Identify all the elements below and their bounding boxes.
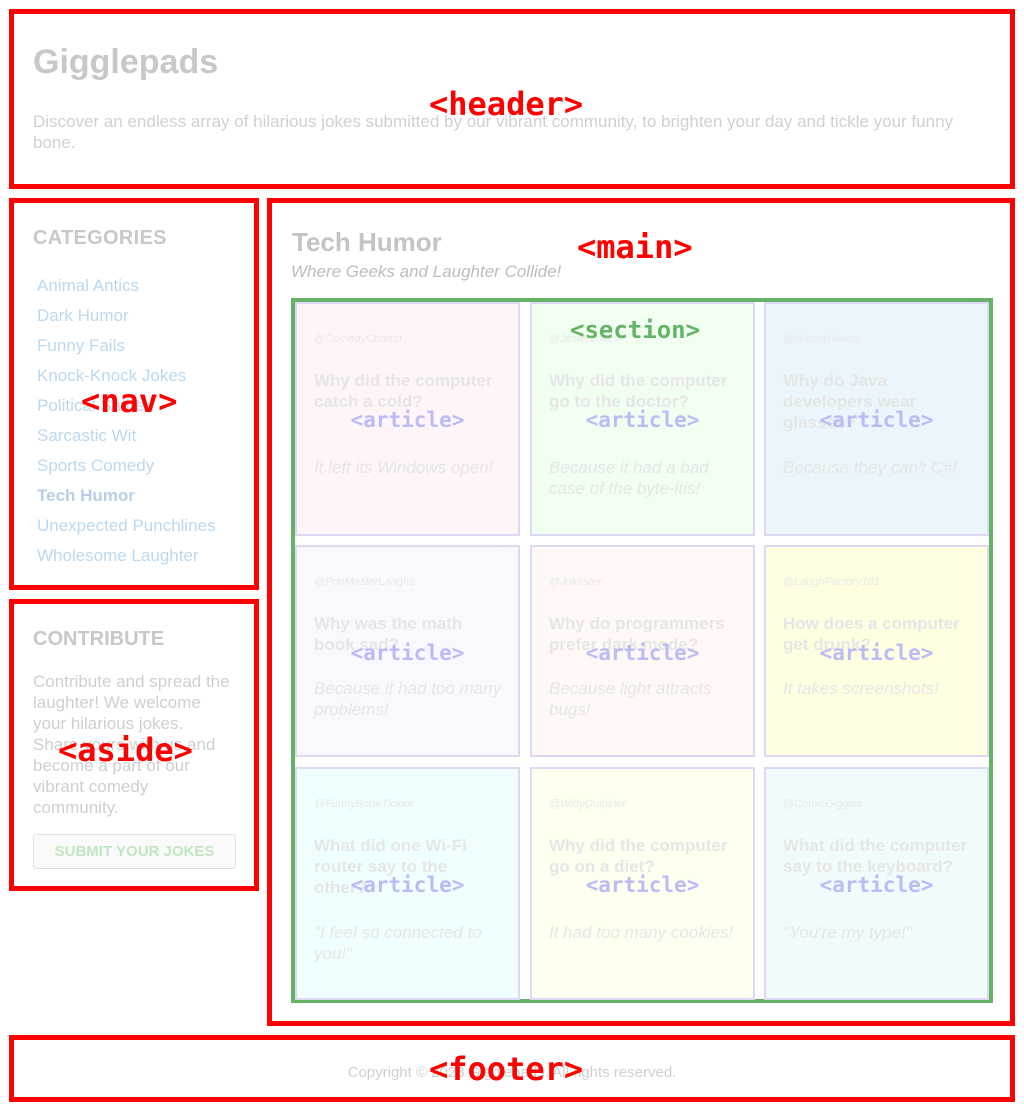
joke-card: @PunMasterLaughs Why was the math book sa… [295, 545, 520, 757]
joke-card: @ComedyChamp Why did the computer catch a… [295, 302, 520, 536]
article-tag-label: <article> [350, 408, 465, 432]
joke-answer: "I feel so connected to you!" [314, 923, 482, 963]
nav-item-wholesome-laughter[interactable]: Wholesome Laughter [37, 544, 216, 574]
nav-item-tech-humor[interactable]: Tech Humor [37, 484, 216, 514]
joke-answer: Because it had a bad case of the byte-it… [549, 458, 709, 498]
article-tag-label: <article> [585, 873, 700, 897]
nav-item-dark-humor[interactable]: Dark Humor [37, 304, 216, 334]
header-tag-label: <header> [429, 85, 584, 123]
joke-answer: "You're my type!" [783, 923, 912, 942]
joke-author[interactable]: @FunnyBoneTickler [314, 798, 414, 810]
main-content: Tech Humor Where Geeks and Laughter Coll… [267, 198, 1015, 1026]
nav-heading: CATEGORIES [33, 227, 167, 249]
joke-card: @LaughFactory101 How does a computer get … [764, 545, 989, 757]
categories-nav: CATEGORIES Animal Antics Dark Humor Funny … [9, 198, 259, 590]
joke-card: @ComicGiggles What did the computer say t… [764, 767, 989, 1000]
nav-item-sports-comedy[interactable]: Sports Comedy [37, 454, 216, 484]
joke-answer: Because it had too many problems! [314, 679, 502, 719]
joke-card: @HumorHavoc Why do Java developers wear g… [764, 302, 989, 536]
footer-tag-label: <footer> [429, 1050, 584, 1088]
joke-answer: It had too many cookies! [549, 923, 734, 942]
joke-author[interactable]: @WittyQuipster [549, 798, 626, 810]
joke-card: @FunnyBoneTickler What did one Wi-Fi rout… [295, 767, 520, 1000]
jokes-section: @ComedyChamp Why did the computer catch a… [291, 298, 993, 1003]
article-tag-label: <article> [819, 873, 934, 897]
joke-answer: It takes screenshots! [783, 679, 939, 698]
nav-item-funny-fails[interactable]: Funny Fails [37, 334, 216, 364]
article-tag-label: <article> [350, 873, 465, 897]
article-tag-label: <article> [819, 408, 934, 432]
article-tag-label: <article> [350, 641, 465, 665]
joke-author[interactable]: @Jokester [549, 576, 602, 588]
joke-author[interactable]: @PunMasterLaughs [314, 576, 414, 588]
category-list: Animal Antics Dark Humor Funny Fails Knock-… [37, 274, 216, 574]
aside-heading: CONTRIBUTE [33, 628, 165, 650]
joke-question: Why did the computer go to the doctor? [549, 371, 728, 411]
article-tag-label: <article> [819, 641, 934, 665]
nav-item-sarcastic-wit[interactable]: Sarcastic Wit [37, 424, 216, 454]
article-tag-label: <article> [585, 408, 700, 432]
joke-author[interactable]: @LaughFactory101 [783, 576, 880, 588]
joke-author[interactable]: @HumorHavoc [783, 333, 858, 345]
joke-card: @WittyQuipster Why did the computer go on… [530, 767, 755, 1000]
joke-question: What did the computer say to the keyboar… [783, 836, 968, 876]
site-footer: Copyright © 2023 Gigglepads. All rights … [9, 1035, 1015, 1102]
article-tag-label: <article> [585, 641, 700, 665]
site-header: Gigglepads Discover an endless array of … [9, 9, 1015, 189]
main-title: Tech Humor [292, 227, 442, 257]
joke-answer: Because they can't C#! [783, 458, 958, 477]
contribute-aside: CONTRIBUTE Contribute and spread the lau… [9, 599, 259, 891]
joke-author[interactable]: @ComicGiggles [783, 798, 863, 810]
joke-question: Why did the computer catch a cold? [314, 371, 493, 411]
site-title[interactable]: Gigglepads [33, 43, 218, 82]
submit-jokes-button[interactable]: SUBMIT YOUR JOKES [33, 834, 236, 869]
nav-item-animal-antics[interactable]: Animal Antics [37, 274, 216, 304]
joke-question: Why did the computer go on a diet? [549, 836, 728, 876]
joke-card: @Jokester Why do programmers prefer dark … [530, 545, 755, 757]
aside-tag-label: <aside> [58, 731, 193, 769]
joke-answer: It left its Windows open! [314, 458, 494, 477]
joke-answer: Because light attracts bugs! [549, 679, 712, 719]
nav-tag-label: <nav> [81, 382, 178, 420]
joke-author[interactable]: @ComedyChamp [314, 333, 402, 345]
section-tag-label: <section> [570, 316, 701, 344]
main-subtitle: Where Geeks and Laughter Collide! [291, 262, 562, 281]
main-tag-label: <main> [577, 228, 693, 266]
nav-item-unexpected-punchlines[interactable]: Unexpected Punchlines [37, 514, 216, 544]
